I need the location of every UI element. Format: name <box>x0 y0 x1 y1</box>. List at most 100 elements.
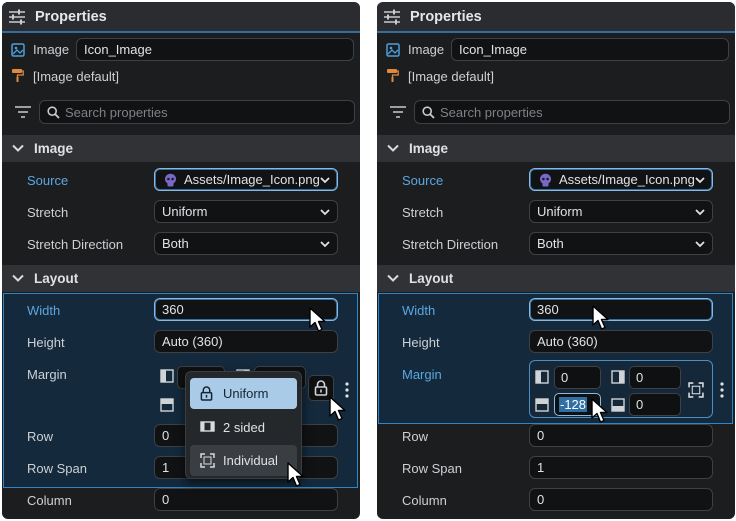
popup-item-uniform[interactable]: Uniform <box>190 378 297 409</box>
popup-item-2-sided[interactable]: 2 sided <box>190 412 297 443</box>
width-input[interactable]: 360 <box>529 298 713 321</box>
two-sided-icon <box>200 421 215 432</box>
margin-left-icon <box>160 369 174 383</box>
style-label: [Image default] <box>33 69 119 84</box>
popup-item-individual[interactable]: Individual <box>190 445 297 476</box>
column-input[interactable]: 0 <box>529 488 713 511</box>
popup-item-label: 2 sided <box>223 420 265 435</box>
section-layout-header[interactable]: Layout <box>377 265 735 292</box>
properties-panel-right: Properties Image Icon_Image [Image defau… <box>377 2 735 519</box>
stretch-value: Uniform <box>162 204 208 219</box>
component-type-label: Image <box>33 42 70 57</box>
section-image-header[interactable]: Image <box>2 135 360 162</box>
row-span-label: Row Span <box>27 461 87 476</box>
cursor-icon <box>309 307 326 332</box>
component-name-input[interactable]: Icon_Image <box>76 38 354 61</box>
popup-item-label: Uniform <box>223 386 269 401</box>
component-name-input[interactable]: Icon_Image <box>451 38 729 61</box>
stretch-direction-dropdown[interactable]: Both <box>529 232 713 255</box>
chevron-down-icon <box>12 274 24 282</box>
stretch-direction-value: Both <box>537 236 564 251</box>
margin-bottom-input[interactable]: 0 <box>629 393 681 416</box>
margin-top-icon <box>160 398 174 412</box>
lock-icon <box>200 386 213 401</box>
panel-title: Properties <box>410 9 482 25</box>
search-icon <box>422 106 435 119</box>
search-placeholder: Search properties <box>440 105 543 120</box>
search-input[interactable]: Search properties <box>414 100 730 124</box>
margin-top-icon <box>535 398 549 412</box>
height-label: Height <box>402 335 440 350</box>
stretch-direction-dropdown[interactable]: Both <box>154 232 338 255</box>
cursor-icon <box>329 396 346 421</box>
chevron-down-icon <box>320 241 330 248</box>
search-placeholder: Search properties <box>65 105 168 120</box>
stretch-label: Stretch <box>402 205 444 220</box>
skull-icon <box>540 173 551 187</box>
margin-label: Margin <box>402 367 442 382</box>
chevron-down-icon <box>387 274 399 282</box>
search-input[interactable]: Search properties <box>39 100 355 124</box>
width-label: Width <box>402 303 436 318</box>
margin-right-input[interactable]: 0 <box>629 366 681 389</box>
height-input[interactable]: Auto (360) <box>154 330 338 353</box>
width-label: Width <box>27 303 61 318</box>
individual-sides-icon[interactable] <box>688 382 704 398</box>
panel-header: Properties <box>377 2 735 33</box>
section-title: Image <box>34 141 74 156</box>
row-span-input[interactable]: 1 <box>529 456 713 479</box>
search-icon <box>47 106 60 119</box>
section-layout-header[interactable]: Layout <box>2 265 360 292</box>
cursor-icon <box>287 462 304 487</box>
more-vertical-icon[interactable] <box>719 382 725 398</box>
source-dropdown[interactable]: Assets/Image_Icon.png <box>529 168 713 191</box>
margin-mode-popup: Uniform 2 sided Individual <box>185 371 302 479</box>
individual-sides-icon <box>200 453 215 468</box>
cursor-icon <box>592 305 609 330</box>
source-label: Source <box>27 173 69 188</box>
lock-icon <box>314 380 328 396</box>
stretch-dropdown[interactable]: Uniform <box>154 200 338 223</box>
source-value: Assets/Image_Icon.png <box>184 172 320 187</box>
panel-header: Properties <box>2 2 360 33</box>
source-value: Assets/Image_Icon.png <box>559 172 695 187</box>
section-title: Layout <box>409 271 454 286</box>
popup-item-label: Individual <box>223 453 278 468</box>
stretch-direction-label: Stretch Direction <box>27 237 124 252</box>
column-input[interactable]: 0 <box>154 488 338 511</box>
chevron-down-icon <box>695 209 705 216</box>
chevron-down-icon <box>320 177 330 184</box>
margin-top-value: -128 <box>559 397 588 412</box>
filter-icon[interactable] <box>15 106 31 118</box>
margin-left-icon <box>535 370 549 384</box>
paint-roller-icon <box>387 69 399 82</box>
skull-icon <box>165 173 176 187</box>
height-input[interactable]: Auto (360) <box>529 330 713 353</box>
margin-label: Margin <box>27 367 67 382</box>
margin-left-input[interactable]: 0 <box>554 366 601 389</box>
sliders-icon <box>9 9 25 25</box>
margin-bottom-icon <box>611 398 625 412</box>
chevron-down-icon <box>320 209 330 216</box>
source-dropdown[interactable]: Assets/Image_Icon.png <box>154 168 338 191</box>
cursor-icon <box>591 398 608 423</box>
column-label: Column <box>402 493 447 508</box>
component-type-label: Image <box>408 42 445 57</box>
row-label: Row <box>402 429 429 444</box>
section-image-header[interactable]: Image <box>377 135 735 162</box>
style-label: [Image default] <box>408 69 494 84</box>
row-input[interactable]: 0 <box>529 424 713 447</box>
margin-individual-group: 0 0 -128 0 <box>529 360 713 418</box>
filter-icon[interactable] <box>390 106 406 118</box>
height-label: Height <box>27 335 65 350</box>
section-title: Image <box>409 141 449 156</box>
row-span-label: Row Span <box>402 461 462 476</box>
stretch-dropdown[interactable]: Uniform <box>529 200 713 223</box>
section-title: Layout <box>34 271 79 286</box>
stretch-direction-value: Both <box>162 236 189 251</box>
chevron-down-icon <box>387 144 399 152</box>
panel-title: Properties <box>35 9 107 25</box>
column-label: Column <box>27 493 72 508</box>
sliders-icon <box>384 9 400 25</box>
paint-roller-icon <box>12 69 24 82</box>
